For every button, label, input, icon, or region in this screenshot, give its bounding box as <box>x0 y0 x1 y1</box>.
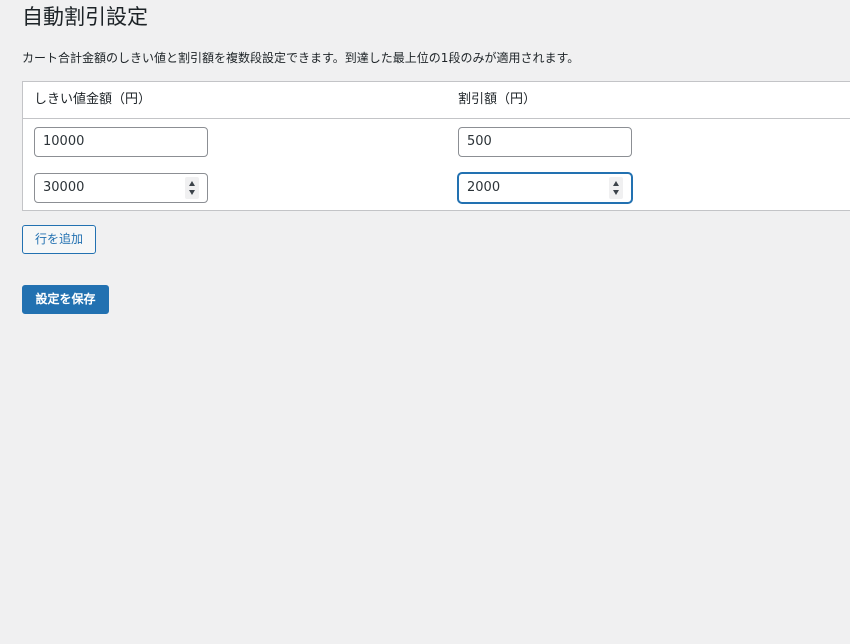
discount-input[interactable]: 500 <box>458 127 632 157</box>
add-row-button[interactable]: 行を追加 <box>22 225 96 254</box>
table-header: しきい値金額（円） 割引額（円） <box>23 82 850 119</box>
discount-value: 500 <box>467 134 492 149</box>
spin-down-icon[interactable] <box>613 190 619 195</box>
save-settings-button[interactable]: 設定を保存 <box>22 285 109 314</box>
spin-up-icon[interactable] <box>189 181 195 186</box>
number-spinner[interactable] <box>609 177 623 199</box>
spin-up-icon[interactable] <box>613 181 619 186</box>
threshold-value: 30000 <box>43 180 85 195</box>
discount-tiers-table: しきい値金額（円） 割引額（円） 10000 500 30000 2000 <box>22 81 850 211</box>
page-description: カート合計金額のしきい値と割引額を複数段設定できます。到達した最上位の1段のみが… <box>22 51 580 65</box>
threshold-value: 10000 <box>43 134 85 149</box>
column-header-threshold: しきい値金額（円） <box>34 92 152 107</box>
table-row: 10000 500 <box>23 119 850 165</box>
number-spinner[interactable] <box>185 177 199 199</box>
threshold-input[interactable]: 10000 <box>34 127 208 157</box>
discount-value: 2000 <box>467 180 501 195</box>
table-row: 30000 2000 <box>23 165 850 211</box>
threshold-input[interactable]: 30000 <box>34 173 208 203</box>
column-header-discount: 割引額（円） <box>458 92 537 107</box>
page-title: 自動割引設定 <box>22 5 148 29</box>
spin-down-icon[interactable] <box>189 190 195 195</box>
discount-input[interactable]: 2000 <box>458 173 632 203</box>
